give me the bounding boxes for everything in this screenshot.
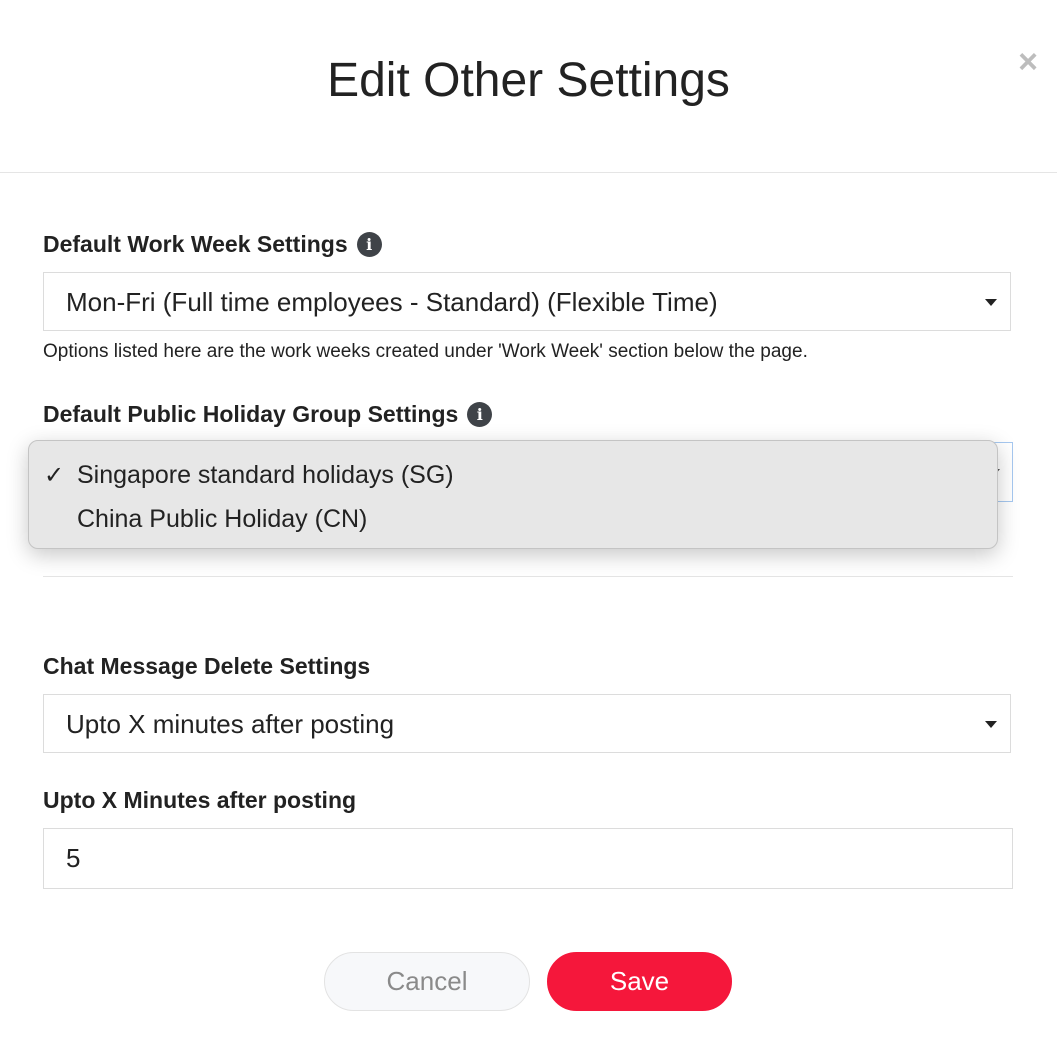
modal-title: Edit Other Settings bbox=[327, 54, 730, 107]
option-label: Singapore standard holidays (SG) bbox=[77, 461, 454, 489]
public-holiday-dropdown-menu: ✓ Singapore standard holidays (SG) China… bbox=[28, 440, 998, 549]
info-icon[interactable]: i bbox=[356, 231, 382, 257]
work-week-label-text: Default Work Week Settings bbox=[43, 230, 348, 257]
section-divider bbox=[43, 576, 1013, 577]
info-icon[interactable]: i bbox=[467, 401, 493, 427]
minutes-input[interactable] bbox=[43, 828, 1013, 889]
chat-delete-select[interactable]: Upto X minutes after posting bbox=[43, 694, 1011, 753]
minutes-label-text: Upto X Minutes after posting bbox=[43, 786, 357, 813]
caret-down-icon bbox=[985, 299, 997, 306]
work-week-selected-value: Mon-Fri (Full time employees - Standard)… bbox=[66, 287, 718, 317]
edit-settings-modal: Edit Other Settings × Default Work Week … bbox=[0, 0, 1057, 1056]
public-holiday-label: Default Public Holiday Group Settings i bbox=[43, 399, 493, 429]
chat-delete-selected-value: Upto X minutes after posting bbox=[66, 709, 395, 739]
caret-down-icon bbox=[985, 721, 997, 728]
checkmark-icon: ✓ bbox=[44, 461, 65, 489]
work-week-help-text: Options listed here are the work weeks c… bbox=[43, 341, 808, 362]
work-week-select[interactable]: Mon-Fri (Full time employees - Standard)… bbox=[43, 272, 1011, 331]
close-icon[interactable]: × bbox=[1010, 44, 1046, 80]
modal-header: Edit Other Settings × bbox=[0, 0, 1057, 173]
work-week-label: Default Work Week Settings i bbox=[43, 229, 382, 259]
option-label: China Public Holiday (CN) bbox=[77, 505, 368, 533]
chat-delete-label-text: Chat Message Delete Settings bbox=[43, 652, 371, 679]
chat-delete-label: Chat Message Delete Settings bbox=[43, 651, 370, 681]
cancel-button[interactable]: Cancel bbox=[324, 952, 530, 1011]
minutes-label: Upto X Minutes after posting bbox=[43, 785, 356, 815]
save-button[interactable]: Save bbox=[547, 952, 732, 1011]
dropdown-option-cn[interactable]: China Public Holiday (CN) bbox=[29, 497, 997, 541]
dropdown-option-sg[interactable]: ✓ Singapore standard holidays (SG) bbox=[29, 453, 997, 497]
public-holiday-label-text: Default Public Holiday Group Settings bbox=[43, 400, 459, 427]
